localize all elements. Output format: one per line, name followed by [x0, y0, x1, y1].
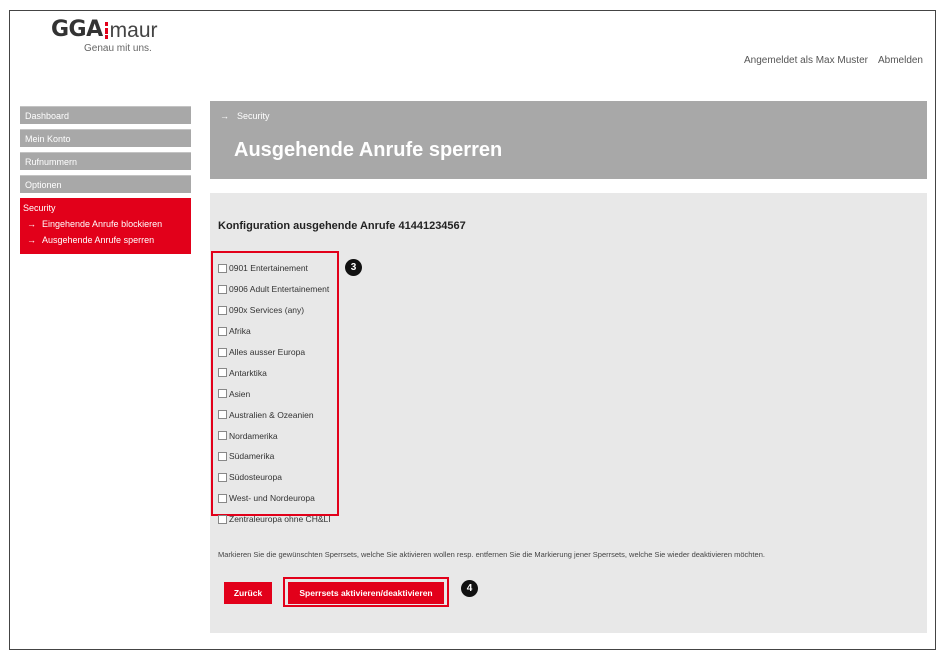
option-label: Zentraleuropa ohne CH&LI: [229, 514, 331, 525]
logo-wordmark: GGA: [51, 17, 103, 42]
logged-in-user[interactable]: Angemeldet als Max Muster: [744, 55, 868, 66]
option-row[interactable]: Nordamerika: [218, 425, 337, 446]
option-row[interactable]: Afrika: [218, 321, 337, 342]
option-checkbox[interactable]: [218, 431, 227, 441]
sidebar-item-rufnummern[interactable]: Rufnummern: [20, 152, 191, 170]
arrow-right-icon: →: [220, 111, 229, 121]
sidebar-subitem-ausgehende[interactable]: → Ausgehende Anrufe sperren: [20, 232, 191, 248]
page-header: → Security Ausgehende Anrufe sperren: [210, 101, 927, 179]
option-label: West- und Nordeuropa: [229, 493, 315, 504]
sidebar-item-security[interactable]: Security: [20, 203, 191, 213]
option-label: Asien: [229, 388, 251, 399]
option-label: Afrika: [229, 326, 251, 337]
option-checkbox[interactable]: [218, 472, 227, 482]
option-checkbox[interactable]: [218, 389, 227, 399]
option-row[interactable]: 0906 Adult Entertainement: [218, 279, 337, 300]
option-label: Australien & Ozeanien: [229, 409, 314, 420]
option-checkbox[interactable]: [218, 493, 227, 503]
option-row[interactable]: Australien & Ozeanien: [218, 404, 337, 425]
config-title: Konfiguration ausgehende Anrufe 41441234…: [218, 220, 466, 232]
logo-tagline: Genau mit uns.: [84, 43, 152, 54]
option-row[interactable]: 0901 Entertainement: [218, 258, 337, 279]
option-checkbox[interactable]: [218, 305, 227, 315]
page-title: Ausgehende Anrufe sperren: [234, 139, 503, 161]
option-checkbox[interactable]: [218, 368, 227, 378]
page-frame: GGA maur Genau mit uns. Angemeldet als M…: [9, 10, 936, 650]
back-button[interactable]: Zurück: [224, 582, 272, 604]
logo-suffix: maur: [109, 19, 158, 42]
option-row[interactable]: West- und Nordeuropa: [218, 488, 337, 509]
option-checkbox[interactable]: [218, 326, 227, 336]
logo-mark-icon: [104, 22, 108, 39]
option-checkbox[interactable]: [218, 451, 227, 461]
arrow-right-icon: →: [27, 235, 36, 245]
option-row[interactable]: Asien: [218, 383, 337, 404]
instruction-text: Markieren Sie die gewünschten Sperrsets,…: [218, 550, 765, 559]
options-list: 0901 Entertainement 0906 Adult Entertaine…: [211, 251, 339, 524]
option-row[interactable]: Antarktika: [218, 362, 337, 383]
option-label: 0901 Entertainement: [229, 263, 308, 274]
option-row[interactable]: Südosteuropa: [218, 467, 337, 488]
sidebar-subitem-label: Eingehende Anrufe blockieren: [42, 219, 163, 229]
option-checkbox[interactable]: [218, 410, 227, 420]
config-panel: Konfiguration ausgehende Anrufe 41441234…: [210, 193, 927, 633]
option-label: Südamerika: [229, 451, 275, 462]
option-checkbox[interactable]: [218, 284, 227, 294]
sidebar-subitem-eingehende[interactable]: → Eingehende Anrufe blockieren: [20, 216, 191, 232]
logo[interactable]: GGA maur Genau mit uns.: [51, 17, 158, 55]
arrow-right-icon: →: [27, 219, 36, 229]
sidebar-item-optionen[interactable]: Optionen: [20, 175, 191, 193]
option-row[interactable]: Südamerika: [218, 446, 337, 467]
option-checkbox[interactable]: [218, 263, 227, 273]
option-row[interactable]: Alles ausser Europa: [218, 342, 337, 363]
option-label: Alles ausser Europa: [229, 347, 306, 357]
option-label: Südosteuropa: [229, 472, 282, 483]
sidebar-item-mein-konto[interactable]: Mein Konto: [20, 129, 191, 147]
user-menu: Angemeldet als Max Muster Abmelden: [744, 55, 923, 66]
option-row[interactable]: 090x Services (any): [218, 300, 337, 321]
annotation-badge: 4: [461, 580, 478, 597]
sidebar-subitem-label: Ausgehende Anrufe sperren: [42, 235, 155, 245]
option-label: 0906 Adult Entertainement: [229, 284, 330, 295]
option-label: 090x Services (any): [229, 305, 305, 316]
option-row[interactable]: Zentraleuropa ohne CH&LI: [218, 509, 337, 530]
option-label: Nordamerika: [229, 430, 278, 441]
sidebar-section-security: Security → Eingehende Anrufe blockieren …: [20, 198, 191, 254]
annotation-badge: 3: [345, 259, 362, 276]
option-checkbox[interactable]: [218, 514, 227, 524]
sidebar-item-dashboard[interactable]: Dashboard: [20, 106, 191, 124]
breadcrumb: → Security: [220, 111, 270, 121]
option-checkbox[interactable]: [218, 347, 227, 357]
toggle-sperrsets-button[interactable]: Sperrsets aktivieren/deaktivieren: [288, 582, 444, 604]
breadcrumb-security[interactable]: Security: [237, 111, 270, 121]
logout-link[interactable]: Abmelden: [878, 55, 923, 66]
option-label: Antarktika: [229, 367, 267, 378]
sidebar: Dashboard Mein Konto Rufnummern Optionen…: [20, 106, 191, 254]
